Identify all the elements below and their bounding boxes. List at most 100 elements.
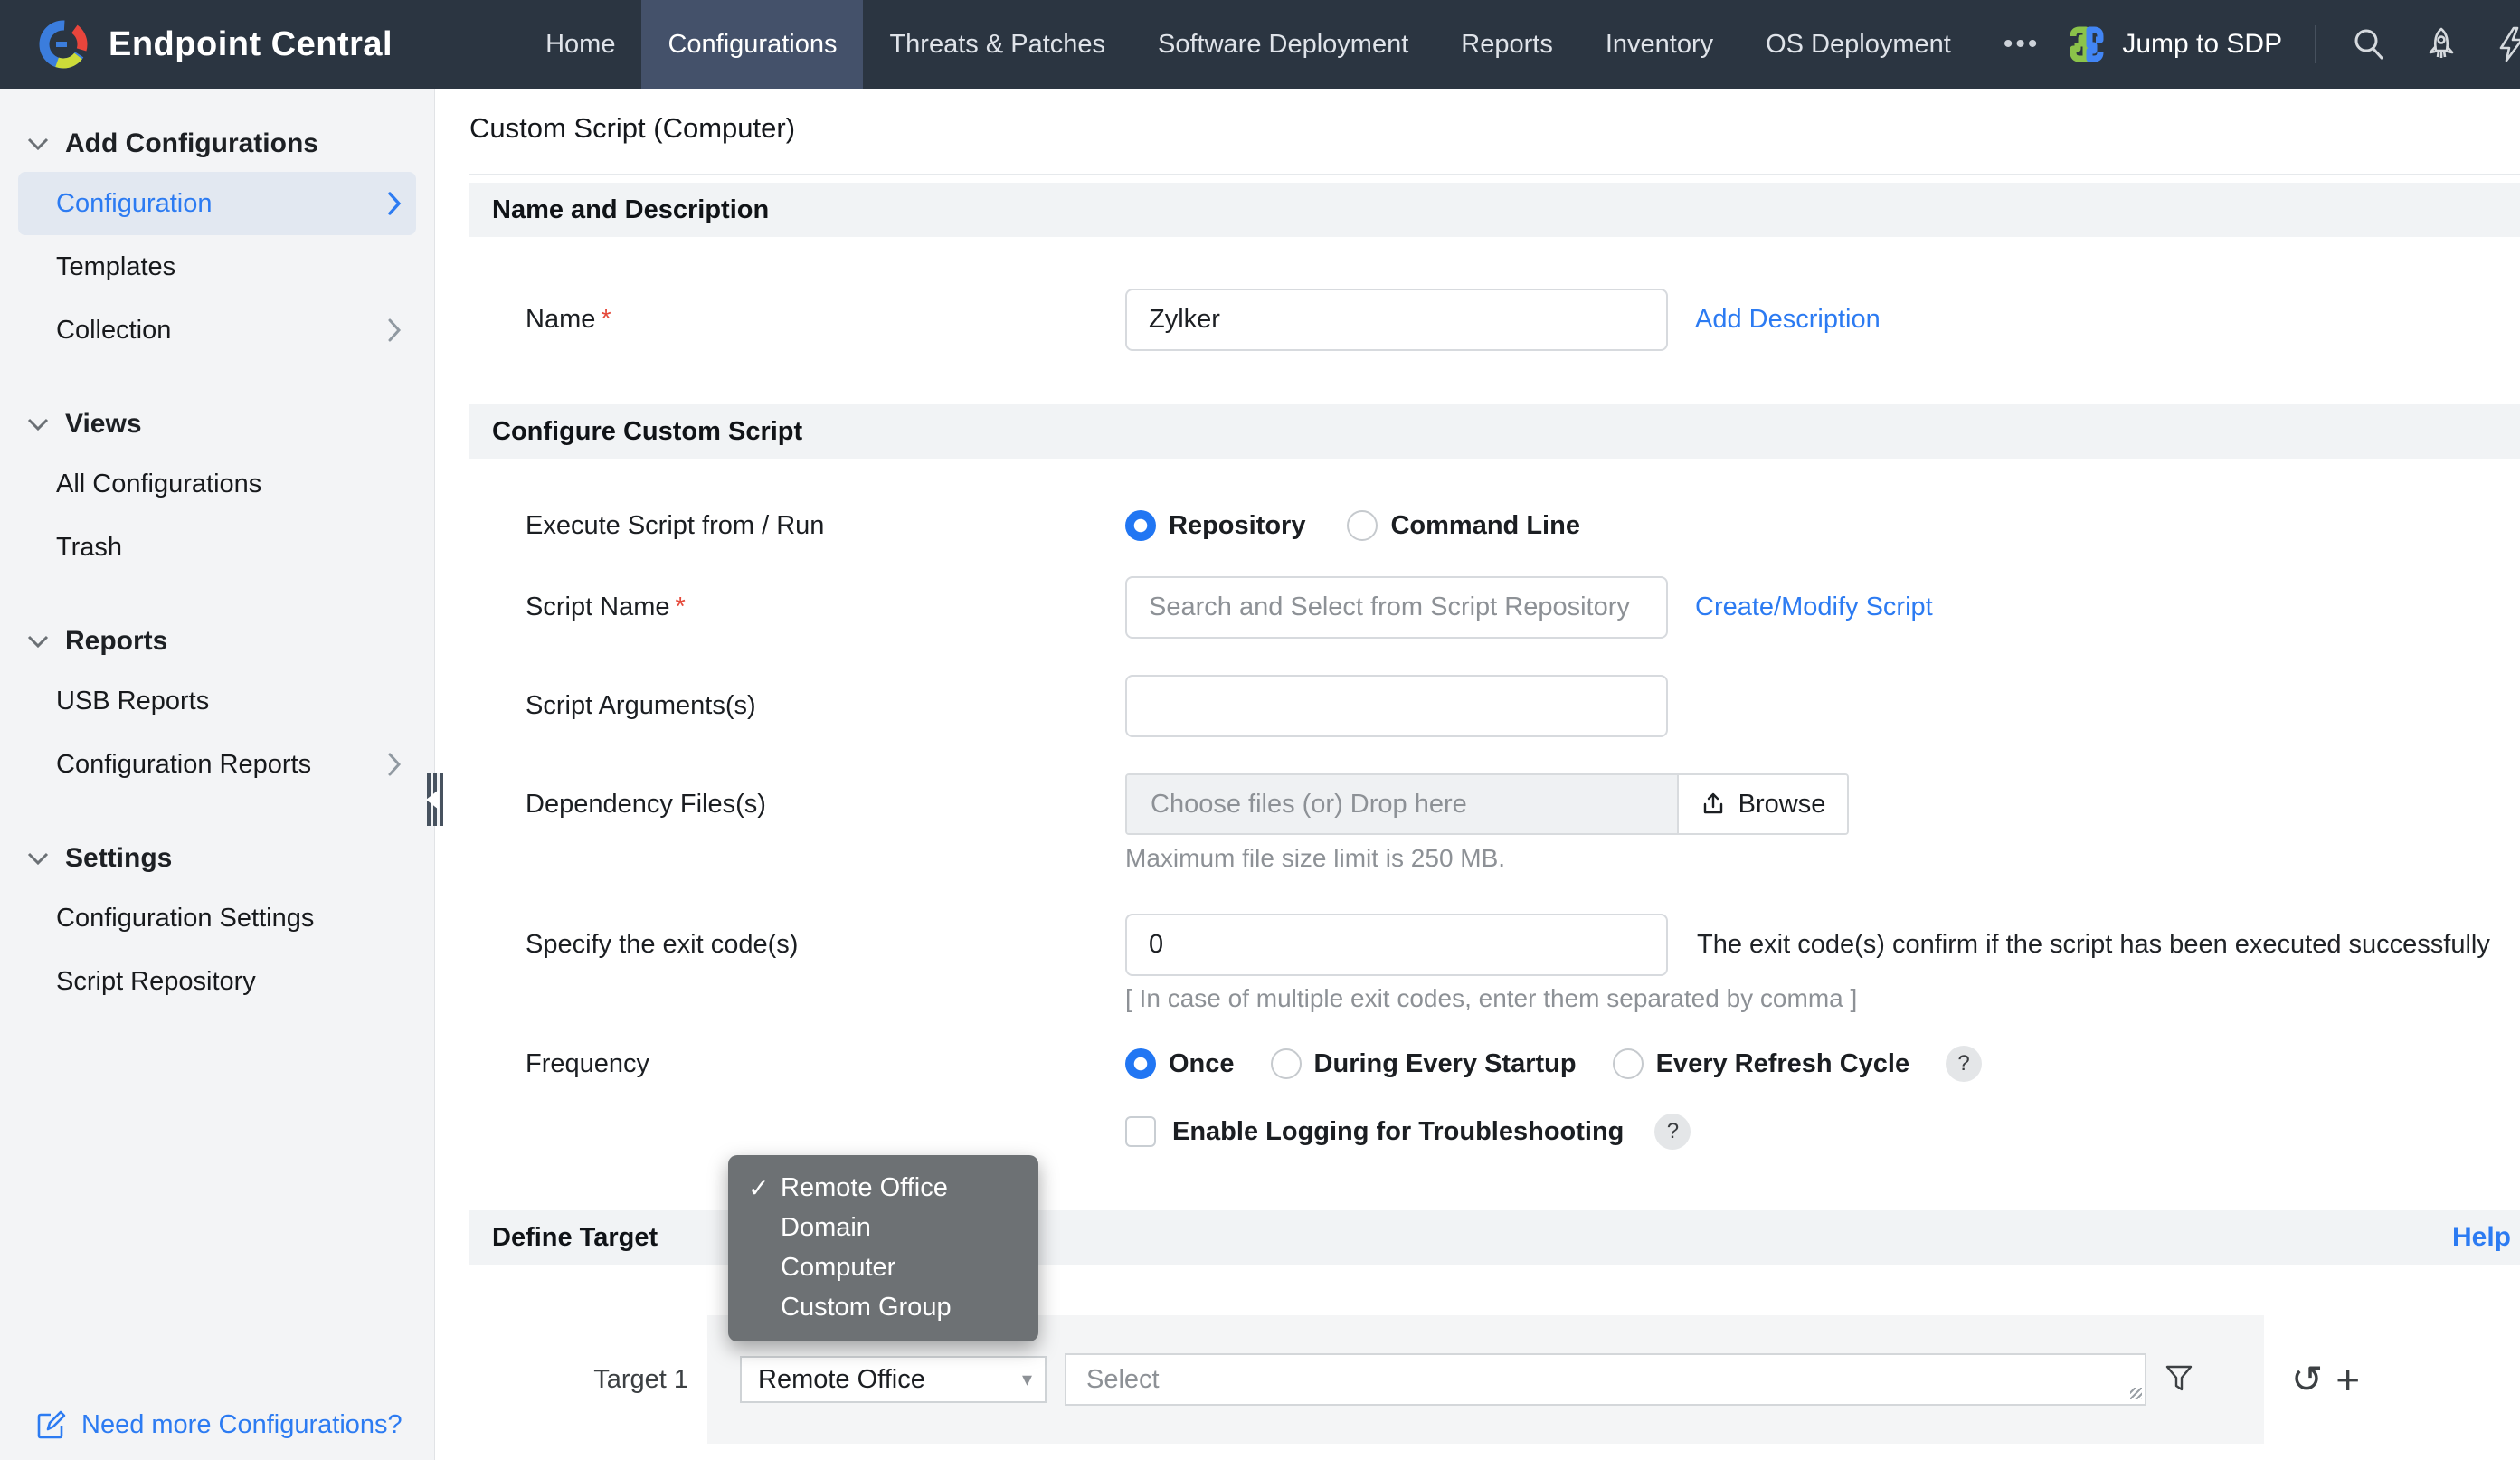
dropdown-option-domain[interactable]: Domain [728, 1208, 1038, 1247]
radio-unselected-icon [1612, 1048, 1644, 1079]
frequency-label: Frequency [526, 1048, 650, 1078]
sidebar-header-label: Reports [65, 626, 168, 656]
sidebar-item-label: Script Repository [56, 966, 256, 996]
app-window: Endpoint Central Home Configurations Thr… [0, 0, 2520, 1460]
radio-every-refresh-cycle[interactable]: Every Refresh Cycle [1612, 1048, 1909, 1079]
dependency-files-label: Dependency Files(s) [526, 789, 766, 819]
sidebar-item-trash[interactable]: Trash [0, 516, 434, 579]
sidebar-item-script-repository[interactable]: Script Repository [0, 950, 434, 1013]
nav-item-reports[interactable]: Reports [1435, 0, 1579, 89]
chevron-down-icon [27, 635, 49, 648]
nav-item-inventory[interactable]: Inventory [1579, 0, 1739, 89]
name-row: Name* Add Description [469, 288, 2520, 351]
frequency-help-icon[interactable]: ? [1946, 1046, 1983, 1082]
browse-button[interactable]: Browse [1677, 775, 1847, 833]
target-type-select[interactable]: Remote Office ▾ [740, 1356, 1047, 1403]
sidebar-collapse-handle[interactable] [426, 773, 443, 826]
dropdown-option-computer[interactable]: Computer [728, 1247, 1038, 1287]
nav-item-software-deployment[interactable]: Software Deployment [1132, 0, 1435, 89]
sidebar-header-label: Views [65, 409, 142, 439]
nav-item-os-deployment[interactable]: OS Deployment [1739, 0, 1977, 89]
sidebar-item-label: Templates [56, 251, 176, 281]
endpoint-central-logo-icon [38, 19, 89, 70]
sidebar-item-configuration[interactable]: Configuration [18, 172, 416, 235]
radio-unselected-icon [1270, 1048, 1302, 1079]
enable-logging-checkbox[interactable] [1125, 1116, 1156, 1147]
radio-repository[interactable]: Repository [1125, 510, 1305, 541]
exit-code-label: Specify the exit code(s) [526, 929, 799, 959]
exit-code-input[interactable] [1125, 913, 1668, 976]
sidebar-header-add-configurations[interactable]: Add Configurations [0, 128, 434, 159]
dropdown-option-custom-group[interactable]: Custom Group [728, 1287, 1038, 1327]
sidebar-item-label: Collection [56, 315, 172, 345]
enable-logging-row: Enable Logging for Troubleshooting ? [469, 1104, 2520, 1159]
main-content: Custom Script (Computer) Name and Descri… [435, 89, 2520, 1460]
sidebar-item-label: Configuration Reports [56, 749, 312, 779]
dependency-files-row: Dependency Files(s) Choose files (or) Dr… [469, 773, 2520, 835]
section-title: Configure Custom Script [492, 416, 803, 446]
sidebar-item-configuration-settings[interactable]: Configuration Settings [0, 886, 434, 950]
nav-item-configurations[interactable]: Configurations [641, 0, 864, 89]
sidebar-header-views[interactable]: Views [0, 409, 434, 440]
dropdown-option-remote-office[interactable]: ✓ Remote Office [728, 1168, 1038, 1208]
script-name-input[interactable] [1125, 575, 1668, 639]
sidebar-item-all-configurations[interactable]: All Configurations [0, 452, 434, 516]
page-title: Custom Script (Computer) [469, 112, 796, 144]
quick-actions-bolt-icon[interactable] [2494, 24, 2520, 64]
check-icon: ✓ [748, 1173, 770, 1202]
exit-code-row: Specify the exit code(s) The exit code(s… [469, 913, 2520, 976]
execute-script-radios: Repository Command Line [1125, 510, 1580, 541]
whats-new-rocket-icon[interactable] [2421, 24, 2461, 64]
sidebar-item-collection[interactable]: Collection [0, 299, 434, 362]
frequency-row: Frequency Once During Every Startup Ever… [469, 1032, 2520, 1095]
radio-command-line[interactable]: Command Line [1347, 510, 1580, 541]
nav-item-home[interactable]: Home [519, 0, 641, 89]
filter-icon[interactable] [2165, 1364, 2193, 1395]
help-link[interactable]: Help [2452, 1222, 2511, 1253]
chevron-down-icon [27, 852, 49, 865]
sidebar-header-label: Settings [65, 843, 173, 873]
nav-item-threats-patches[interactable]: Threats & Patches [863, 0, 1132, 89]
sidebar-item-configuration-reports[interactable]: Configuration Reports [0, 733, 434, 796]
sidebar-section-views: Views All Configurations Trash [0, 409, 434, 579]
sidebar-item-templates[interactable]: Templates [0, 235, 434, 299]
sidebar-header-settings[interactable]: Settings [0, 843, 434, 874]
nav-right: Jump to SDP [2066, 0, 2520, 89]
jump-to-sdp-button[interactable]: Jump to SDP [2066, 24, 2282, 65]
sidebar-header-reports[interactable]: Reports [0, 626, 434, 657]
edit-pencil-icon [36, 1409, 67, 1440]
name-input[interactable] [1125, 288, 1668, 351]
chevron-right-icon [388, 318, 402, 342]
need-more-configurations-link[interactable]: Need more Configurations? [36, 1409, 403, 1440]
radio-once[interactable]: Once [1125, 1048, 1235, 1079]
target-actions: ↺ + [2291, 1359, 2360, 1400]
execute-script-row: Execute Script from / Run Repository Com… [469, 491, 2520, 560]
file-drop-area: Choose files (or) Drop here Browse [1125, 773, 1849, 835]
exit-code-hint: [ In case of multiple exit codes, enter … [1125, 984, 1858, 1012]
reset-target-icon[interactable]: ↺ [2291, 1360, 2323, 1398]
script-arguments-input[interactable] [1125, 674, 1668, 737]
enable-logging-label: Enable Logging for Troubleshooting [1172, 1116, 1625, 1146]
browse-label: Browse [1738, 789, 1826, 819]
sidebar-section-settings: Settings Configuration Settings Script R… [0, 843, 434, 1013]
add-description-link[interactable]: Add Description [1695, 305, 1881, 335]
add-target-icon[interactable]: + [2335, 1359, 2360, 1400]
radio-during-every-startup[interactable]: During Every Startup [1270, 1048, 1577, 1079]
logging-help-icon[interactable]: ? [1654, 1114, 1691, 1150]
brand[interactable]: Endpoint Central [0, 0, 393, 89]
script-arguments-row: Script Arguments(s) [469, 673, 2520, 738]
name-label: Name * [526, 304, 611, 334]
sidebar-item-label: Configuration [56, 188, 213, 218]
search-icon[interactable] [2349, 24, 2389, 64]
target-1-label: Target 1 [593, 1364, 688, 1394]
section-header-configure-custom-script: Configure Custom Script [469, 404, 2520, 459]
target-type-value: Remote Office [758, 1364, 925, 1394]
nav-overflow-menu-icon[interactable]: ••• [1977, 0, 2067, 89]
radio-selected-icon [1125, 1048, 1156, 1079]
create-modify-script-link[interactable]: Create/Modify Script [1695, 593, 1933, 622]
file-dropzone[interactable]: Choose files (or) Drop here [1127, 775, 1677, 833]
script-name-label: Script Name * [526, 592, 686, 621]
top-navbar: Endpoint Central Home Configurations Thr… [0, 0, 2520, 89]
sidebar-item-usb-reports[interactable]: USB Reports [0, 669, 434, 733]
target-value-input[interactable] [1065, 1353, 2146, 1406]
